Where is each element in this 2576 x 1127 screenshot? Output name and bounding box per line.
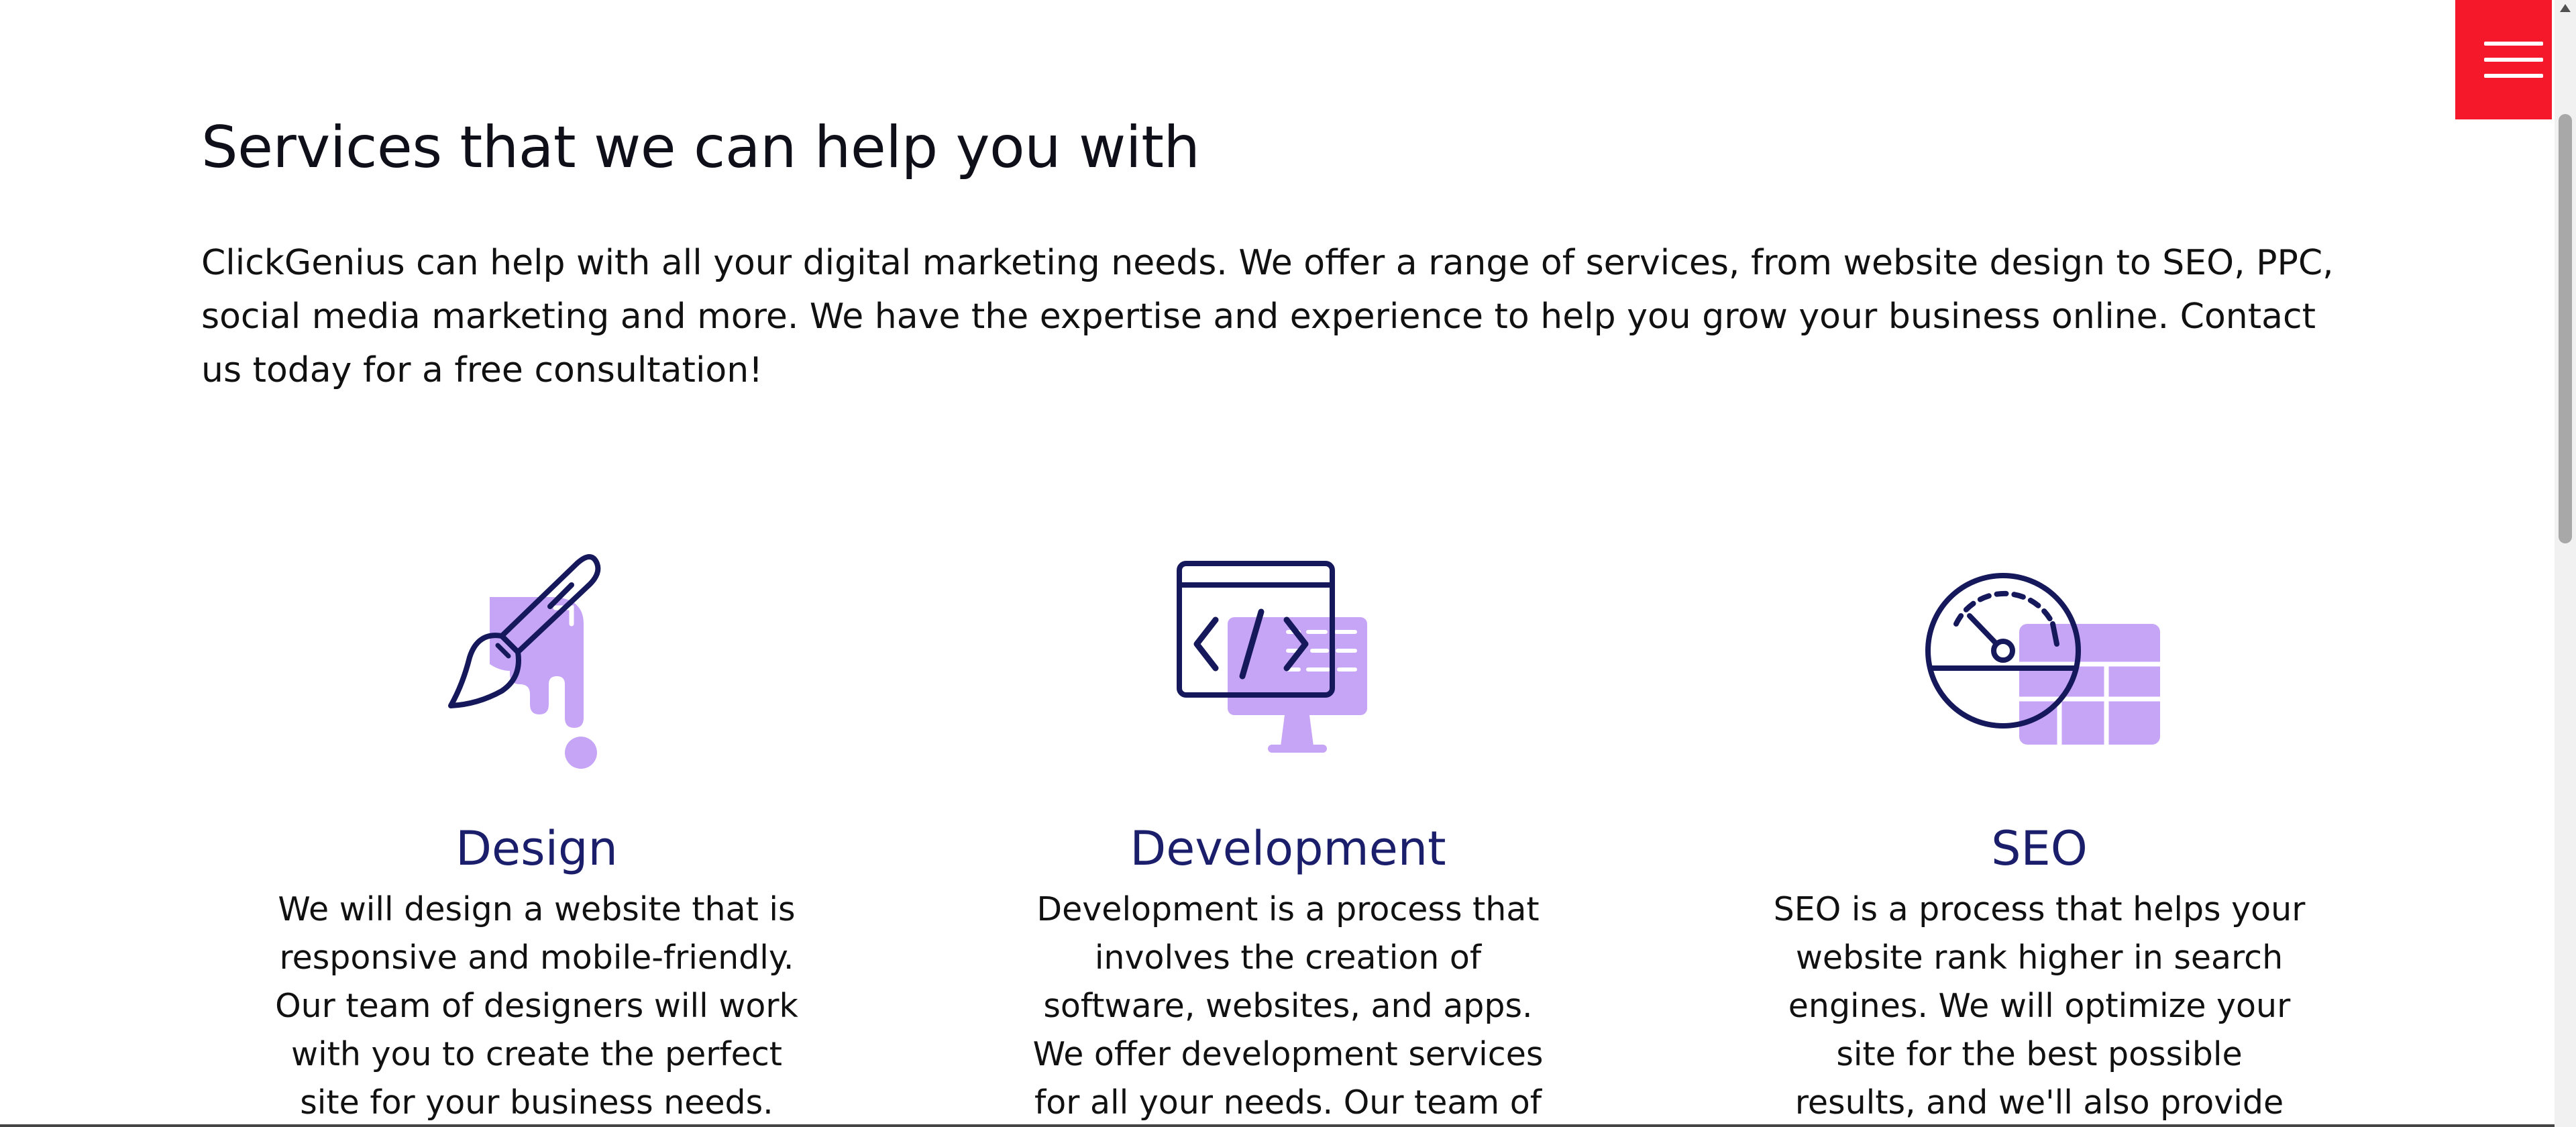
service-name: Development [1130,821,1446,876]
speedometer-icon [1925,573,2160,745]
scrollbar-thumb[interactable] [2559,114,2572,543]
service-card-seo: SEO SEO is a process that helps your web… [1744,550,2334,1122]
menu-bar [2484,58,2543,62]
menu-bar [2484,74,2543,78]
service-description: We will design a website that is respons… [275,890,798,1122]
menu-bar [2484,42,2543,46]
section-intro: ClickGenius can help with all your digit… [201,243,2334,390]
paintbrush-icon [448,554,601,769]
code-monitor-icon [1177,561,1367,753]
scroll-up-arrow-icon[interactable] [2560,4,2571,12]
page: Services that we can help you with Click… [0,0,2555,1127]
vertical-scrollbar[interactable] [2555,0,2576,1127]
service-card-development: Development Development is a process tha… [993,550,1583,1122]
service-name: Design [455,821,618,876]
service-card-design: Design We will design a website that is … [241,550,832,1122]
service-description: Development is a process that involves t… [1032,890,1544,1122]
page-bottom-divider [0,1124,2555,1127]
section-title: Services that we can help you with [201,114,1200,181]
service-name: SEO [1991,821,2088,876]
menu-button[interactable] [2455,0,2552,119]
service-description: SEO is a process that helps your website… [1773,890,2306,1122]
